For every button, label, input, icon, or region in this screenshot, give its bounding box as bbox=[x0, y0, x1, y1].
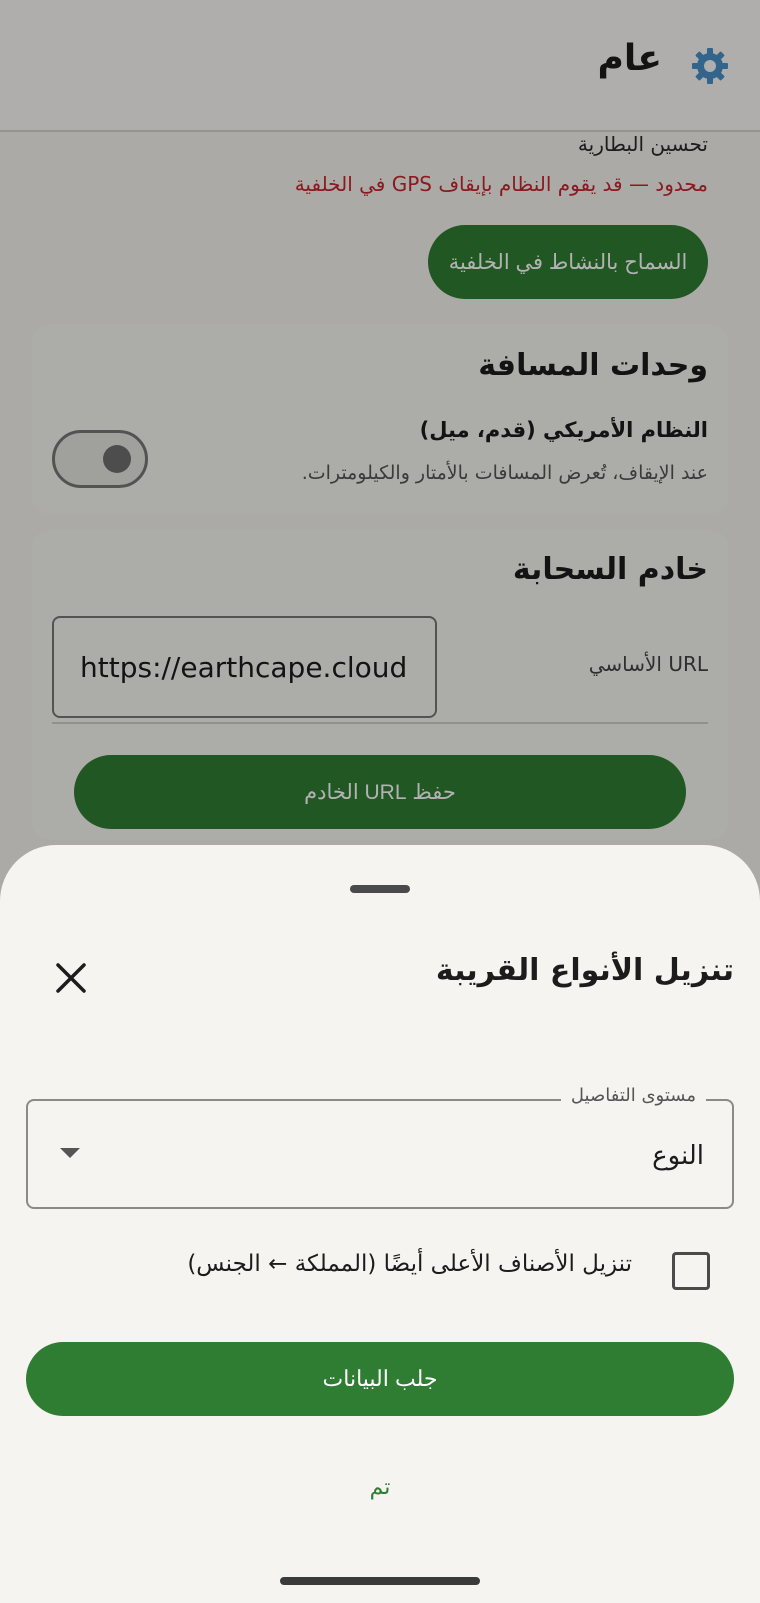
drag-handle[interactable] bbox=[350, 885, 410, 893]
detail-level-select[interactable] bbox=[26, 1099, 734, 1209]
detail-level-value: النوع bbox=[652, 1141, 704, 1171]
settings-screen: عام تحسين البطارية محدود — قد يقوم النظا… bbox=[0, 0, 760, 1603]
close-icon bbox=[56, 963, 86, 993]
sheet-title: تنزيل الأنواع القريبة bbox=[435, 953, 734, 988]
fetch-data-button[interactable]: جلب البيانات bbox=[26, 1342, 734, 1416]
home-indicator bbox=[280, 1577, 480, 1585]
include-higher-taxa-checkbox[interactable] bbox=[672, 1252, 710, 1290]
done-button[interactable]: تم bbox=[330, 1465, 430, 1509]
detail-level-label: مستوى التفاصيل bbox=[560, 1085, 706, 1106]
close-button[interactable] bbox=[50, 957, 92, 999]
include-higher-taxa-label[interactable]: تنزيل الأصناف الأعلى أيضًا (المملكة ← ال… bbox=[187, 1251, 632, 1277]
dropdown-arrow-icon bbox=[60, 1148, 80, 1158]
download-nearby-species-sheet: تنزيل الأنواع القريبة مستوى التفاصيل الن… bbox=[0, 845, 760, 1603]
